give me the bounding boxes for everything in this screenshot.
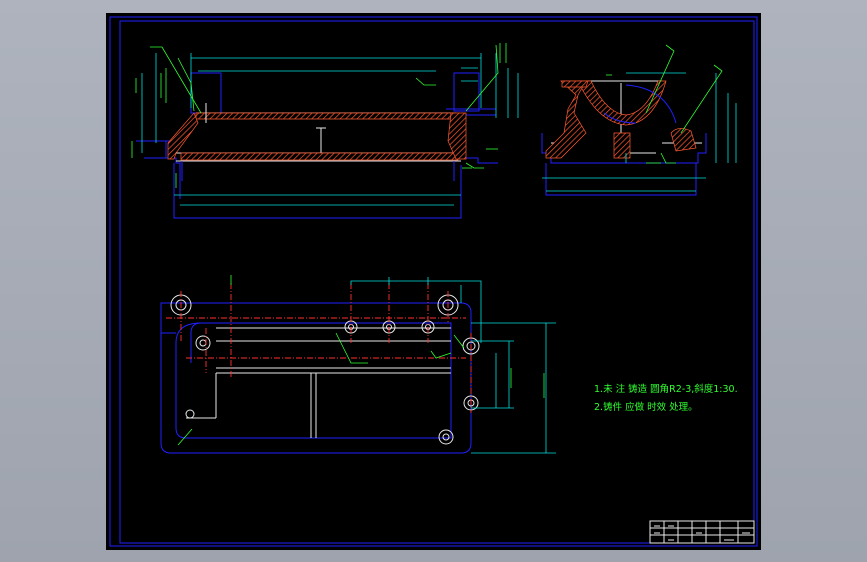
side-section-bowl-hatch — [577, 80, 667, 126]
technical-notes: 1.未 注 铸造 圆角R2-3,斜度1:30. 2.铸件 应做 时效 处理。 — [594, 383, 738, 413]
side-section-view — [541, 44, 737, 196]
title-block — [649, 520, 755, 544]
side-section-right-hatch — [670, 128, 697, 152]
drawing-canvas: 1.未 注 铸造 圆角R2-3,斜度1:30. 2.铸件 应做 时效 处理。 — [109, 16, 758, 547]
section-hatch-right-wall — [447, 112, 467, 160]
front-section-view — [131, 43, 519, 219]
side-section-mid-hatch — [613, 132, 631, 159]
side-section-left-hatch — [545, 80, 587, 159]
cad-viewport[interactable]: 1.未 注 铸造 圆角R2-3,斜度1:30. 2.铸件 应做 时效 处理。 — [0, 0, 867, 562]
section-hatch-left-wall — [167, 112, 199, 160]
section-hatch-top — [195, 112, 457, 120]
note-2: 2.铸件 应做 时效 处理。 — [594, 401, 698, 413]
drawing-sheet: 1.未 注 铸造 圆角R2-3,斜度1:30. 2.铸件 应做 时效 处理。 — [106, 13, 761, 550]
section-hatch-bottom — [180, 152, 459, 161]
bolt-hole-bottom-left — [185, 409, 195, 419]
bolt-hole-left — [195, 335, 211, 351]
note-1: 1.未 注 铸造 圆角R2-3,斜度1:30. — [594, 383, 738, 395]
plan-view — [160, 275, 556, 454]
side-section-top-hatch — [561, 80, 589, 88]
